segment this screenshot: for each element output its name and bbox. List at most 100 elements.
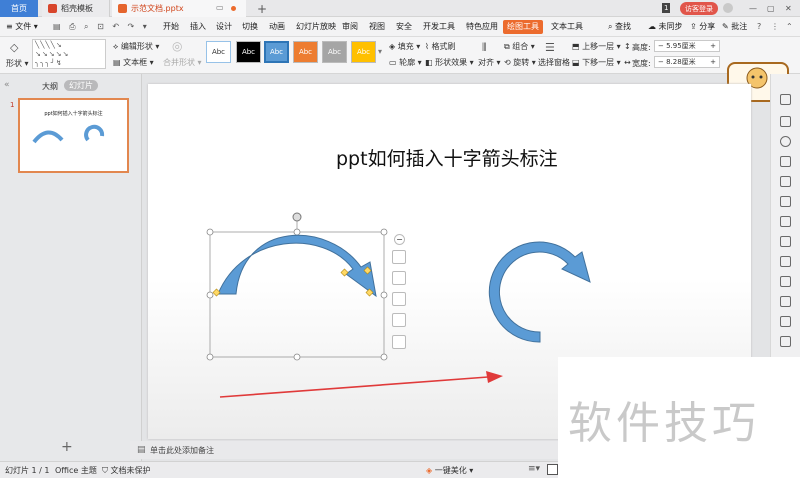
menu-bar: ≡ 文件 ▾ ▤ ⎙ ⌕ ⊡ ↶ ↷ ▾ 开始 插入 设计 切换 动画 幻灯片放… xyxy=(0,17,800,37)
style-gold[interactable]: Abc xyxy=(351,41,376,63)
copy-icon[interactable] xyxy=(780,116,791,127)
maximize-icon[interactable]: ▢ xyxy=(761,0,775,17)
bring-forward-button[interactable]: ⬒ 上移一层 ▾ xyxy=(572,41,621,52)
tab-document[interactable]: 示范文档.pptx ▭ xyxy=(112,0,246,17)
style-white[interactable]: Abc xyxy=(206,41,231,63)
menu-start[interactable]: 开始 xyxy=(163,20,179,34)
avatar[interactable] xyxy=(723,3,733,13)
image-icon[interactable] xyxy=(780,196,791,207)
menu-transition[interactable]: 切换 xyxy=(242,20,258,34)
outline-button[interactable]: ▭ 轮廓 ▾ xyxy=(389,57,422,68)
menu-developer[interactable]: 开发工具 xyxy=(423,20,455,34)
gear-icon[interactable] xyxy=(780,316,791,327)
select-pane-button[interactable]: 选择窗格 xyxy=(538,57,570,68)
menu-slideshow[interactable]: 幻灯片放映 xyxy=(296,20,336,34)
slide-thumbnail[interactable]: ppt如何插入十字箭头标注 xyxy=(18,98,129,173)
settings-icon[interactable] xyxy=(780,256,791,267)
comment-button[interactable]: ✎ 批注 xyxy=(722,20,747,34)
style-gallery-more-icon[interactable]: ▾ xyxy=(378,47,382,56)
tools-icon[interactable] xyxy=(780,336,791,347)
close-icon[interactable]: ✕ xyxy=(779,0,792,17)
style-white-label: Abc xyxy=(211,48,226,56)
tab-home[interactable]: 首页 xyxy=(0,0,38,17)
thumbnail-arrows xyxy=(32,124,105,144)
menu-review[interactable]: 审阅 xyxy=(342,20,358,34)
shape-gallery[interactable]: ╲╲╲╲↘ ↘↘↘↘↘ ╮╮╮╯↯ xyxy=(32,39,106,69)
format-brush-button[interactable]: ⌇ 格式刷 xyxy=(425,41,455,52)
quick-access-toolbar[interactable]: ▤ ⎙ ⌕ ⊡ ↶ ↷ ▾ xyxy=(53,20,150,34)
collapse-float-icon[interactable]: − xyxy=(394,234,405,245)
bring-forward-icon: ⬒ xyxy=(572,42,580,51)
status-protection[interactable]: ⛉ 文档未保护 xyxy=(102,465,151,476)
unsaved-dot-icon[interactable] xyxy=(231,6,236,11)
fill-button[interactable]: ◈ 填充 ▾ xyxy=(389,41,420,52)
notes-view-icon[interactable]: ≡▾ xyxy=(528,464,540,474)
shape-effect-button[interactable]: ◧ 形状效果 ▾ xyxy=(425,57,474,68)
menu-view[interactable]: 视图 xyxy=(369,20,385,34)
send-backward-icon: ⬓ xyxy=(572,58,580,67)
merge-shape-button[interactable]: 合并形状 ▾ xyxy=(163,57,202,68)
outline-float-icon[interactable] xyxy=(392,313,406,327)
menu-insert-label: 插入 xyxy=(190,22,206,31)
collapse-ribbon-icon[interactable]: ⌃ xyxy=(786,20,793,34)
menu-text-tools-label: 文本工具 xyxy=(551,22,583,31)
shape-button[interactable]: 形状 ▾ xyxy=(6,58,29,69)
group-button[interactable]: ⧉ 组合 ▾ xyxy=(504,41,535,52)
add-slide-button[interactable]: + xyxy=(61,439,73,455)
style-gray[interactable]: Abc xyxy=(322,41,347,63)
share-button[interactable]: ⇪ 分享 xyxy=(690,20,715,34)
group-icon: ⧉ xyxy=(504,42,510,51)
search-button[interactable]: ⌕ 查找 xyxy=(608,20,631,34)
pen-float-icon[interactable] xyxy=(392,271,406,285)
menu-animation[interactable]: 动画 xyxy=(269,20,285,34)
file-menu[interactable]: ≡ 文件 ▾ xyxy=(6,20,38,34)
shape-tool-icon[interactable] xyxy=(780,136,791,147)
rotate-button[interactable]: ⟲ 旋转 ▾ xyxy=(504,57,536,68)
help-icon[interactable]: ? xyxy=(757,20,761,34)
tab-template[interactable]: 稻壳模板 xyxy=(42,0,110,17)
fill-float-icon[interactable] xyxy=(392,292,406,306)
normal-view-icon[interactable] xyxy=(547,464,558,475)
circular-arrow[interactable] xyxy=(488,241,591,343)
new-tab-button[interactable]: + xyxy=(251,0,267,17)
width-input[interactable]: − 8.28厘米 + xyxy=(654,56,720,68)
rotate-label: 旋转 xyxy=(513,58,530,67)
height-input[interactable]: − 5.95厘米 + xyxy=(654,40,720,52)
tab-slides[interactable]: 幻灯片 xyxy=(64,80,98,91)
curved-arrow-selected[interactable] xyxy=(217,234,377,298)
menu-design[interactable]: 设计 xyxy=(216,20,232,34)
sync-button[interactable]: ☁ 未同步 xyxy=(648,20,683,34)
login-button[interactable]: 访客登录 xyxy=(680,2,718,15)
beautify-button[interactable]: ◈ 一键美化 ▾ xyxy=(426,465,473,476)
menu-features[interactable]: 特色应用 xyxy=(466,20,498,34)
export-icon[interactable] xyxy=(780,276,791,287)
tab-outline[interactable]: 大纲 xyxy=(42,81,58,92)
text-box-button[interactable]: ▤ 文本框 ▾ xyxy=(113,57,154,68)
menu-text-tools[interactable]: 文本工具 xyxy=(551,20,583,34)
backup-icon[interactable] xyxy=(780,236,791,247)
style-black[interactable]: Abc xyxy=(236,41,261,63)
menu-security[interactable]: 安全 xyxy=(396,20,412,34)
height-icon: ↕ xyxy=(624,42,631,51)
collapse-panel-icon[interactable]: « xyxy=(4,80,10,90)
rotate-handle[interactable] xyxy=(292,212,302,222)
menu-review-label: 审阅 xyxy=(342,22,358,31)
monitor-icon[interactable]: ▭ xyxy=(216,3,224,12)
chart-icon[interactable] xyxy=(780,216,791,227)
menu-drawing-tools[interactable]: 绘图工具 xyxy=(503,20,543,34)
style-blue[interactable]: Abc xyxy=(264,41,289,63)
text-float-icon[interactable] xyxy=(392,335,406,349)
status-theme[interactable]: Office 主题 xyxy=(55,465,97,476)
fill-tool-icon[interactable] xyxy=(780,156,791,167)
table-icon[interactable] xyxy=(780,176,791,187)
layers-float-icon[interactable] xyxy=(392,250,406,264)
menu-insert[interactable]: 插入 xyxy=(190,20,206,34)
minimize-icon[interactable]: — xyxy=(743,0,757,17)
edit-shape-button[interactable]: ⟡ 编辑形状 ▾ xyxy=(113,41,159,52)
more-icon[interactable]: ⋮ xyxy=(771,20,779,34)
send-backward-button[interactable]: ⬓ 下移一层 ▾ xyxy=(572,57,621,68)
archive-icon[interactable] xyxy=(780,296,791,307)
paste-icon[interactable] xyxy=(780,94,791,105)
align-button[interactable]: 对齐 ▾ xyxy=(478,57,501,68)
style-orange[interactable]: Abc xyxy=(293,41,318,63)
